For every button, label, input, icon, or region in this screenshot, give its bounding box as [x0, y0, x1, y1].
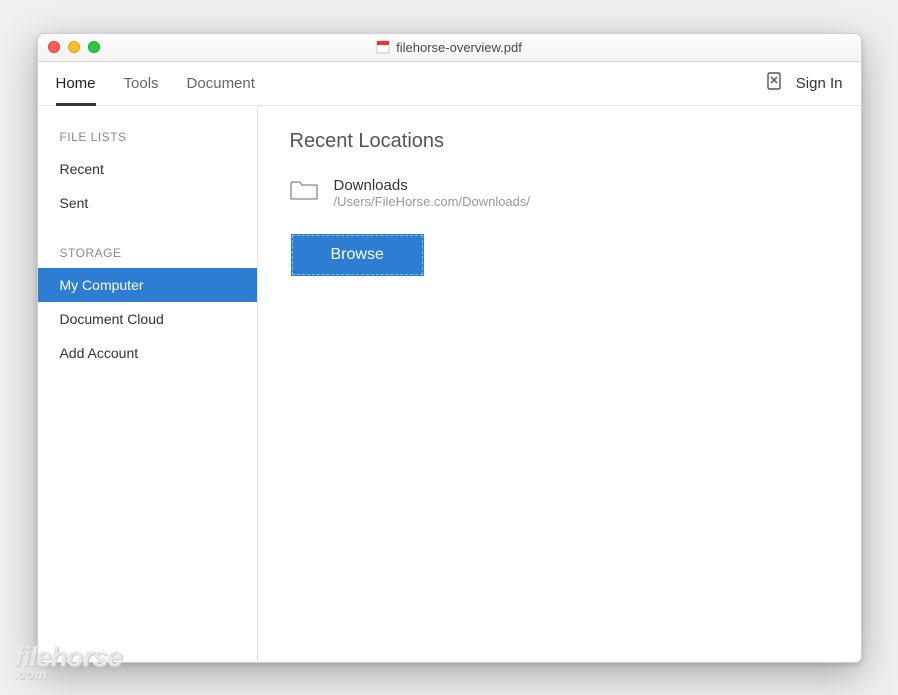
sidebar-section-file-lists: FILE LISTS — [38, 124, 257, 152]
mobile-link-icon[interactable] — [766, 72, 782, 95]
page-title: Recent Locations — [290, 130, 829, 153]
maximize-window-button[interactable] — [88, 41, 100, 53]
toolbar-tabs: Home Tools Document — [56, 62, 255, 105]
app-window: filehorse-overview.pdf Home Tools Docume… — [37, 33, 862, 663]
folder-icon — [290, 179, 318, 206]
titlebar[interactable]: filehorse-overview.pdf — [38, 34, 861, 62]
sidebar-item-document-cloud[interactable]: Document Cloud — [38, 302, 257, 336]
sidebar-item-my-computer[interactable]: My Computer — [38, 268, 257, 302]
location-path: /Users/FileHorse.com/Downloads/ — [334, 194, 531, 209]
minimize-window-button[interactable] — [68, 41, 80, 53]
sidebar: FILE LISTS Recent Sent STORAGE My Comput… — [38, 106, 258, 662]
watermark: filehorse .com — [14, 645, 122, 681]
main-panel: Recent Locations Downloads /Users/FileHo… — [258, 106, 861, 662]
sign-in-link[interactable]: Sign In — [796, 75, 843, 92]
close-window-button[interactable] — [48, 41, 60, 53]
window-title: filehorse-overview.pdf — [376, 40, 522, 55]
window-title-text: filehorse-overview.pdf — [396, 40, 522, 55]
sidebar-section-storage: STORAGE — [38, 240, 257, 268]
tab-home[interactable]: Home — [56, 62, 96, 105]
sidebar-spacer — [38, 220, 257, 240]
sidebar-item-recent[interactable]: Recent — [38, 152, 257, 186]
location-text: Downloads /Users/FileHorse.com/Downloads… — [334, 177, 531, 209]
sidebar-item-sent[interactable]: Sent — [38, 186, 257, 220]
pdf-file-icon — [376, 40, 390, 54]
recent-location-row[interactable]: Downloads /Users/FileHorse.com/Downloads… — [290, 177, 829, 209]
browse-button[interactable]: Browse — [292, 235, 423, 275]
traffic-lights — [48, 41, 100, 53]
tab-document[interactable]: Document — [187, 62, 255, 105]
toolbar: Home Tools Document Sign In — [38, 62, 861, 106]
sidebar-item-add-account[interactable]: Add Account — [38, 336, 257, 370]
location-name: Downloads — [334, 177, 531, 194]
tab-tools[interactable]: Tools — [124, 62, 159, 105]
content-area: FILE LISTS Recent Sent STORAGE My Comput… — [38, 106, 861, 662]
toolbar-right: Sign In — [766, 72, 843, 95]
